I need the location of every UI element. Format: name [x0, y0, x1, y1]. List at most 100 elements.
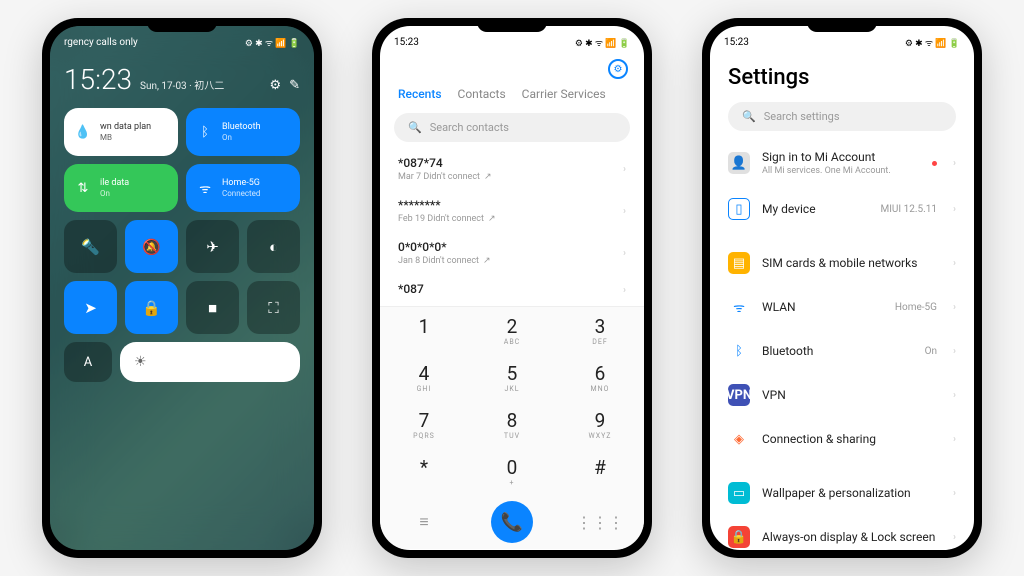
sim-icon: ▤: [728, 252, 750, 274]
phone-control-center: rgency calls only ⚙ ✱ ᯤ 📶 🔋 15:23 Sun, 1…: [42, 18, 322, 558]
chevron-right-icon: ›: [953, 532, 956, 543]
connection-row[interactable]: ◈ Connection & sharing ›: [728, 417, 956, 461]
key-4[interactable]: 4GHI: [380, 354, 468, 401]
keypad: 1 2ABC 3DEF 4GHI 5JKL 6MNO 7PQRS 8TUV 9W…: [380, 306, 644, 549]
lock-icon: 🔒: [728, 526, 750, 548]
call-row[interactable]: *087 ›: [398, 274, 626, 306]
torch-tile[interactable]: 🔦: [64, 220, 117, 273]
chevron-right-icon: ›: [953, 346, 956, 357]
notch: [147, 18, 217, 32]
status-icons: ⚙ ✱ ᯤ 📶 🔋: [905, 36, 960, 49]
chevron-right-icon: ›: [953, 488, 956, 499]
tab-recents[interactable]: Recents: [398, 87, 442, 101]
brightness-slider[interactable]: ☀: [120, 342, 300, 382]
wifi-icon: ᯤ: [196, 179, 214, 197]
outgoing-icon: ↗: [488, 214, 496, 224]
bluetooth-tile[interactable]: ᛒ BluetoothOn: [186, 108, 300, 156]
key-3[interactable]: 3DEF: [556, 307, 644, 354]
cc-header: 15:23 Sun, 17-03 · 初八二 ⚙ ✎: [64, 63, 300, 96]
status-time: 15:23: [724, 37, 749, 48]
sim-row[interactable]: ▤ SIM cards & mobile networks ›: [728, 241, 956, 285]
chevron-right-icon: ›: [953, 258, 956, 269]
outgoing-icon: ↗: [483, 256, 491, 266]
outgoing-icon: ↗: [484, 172, 492, 182]
wifi-icon: ᯤ: [728, 296, 750, 318]
key-8[interactable]: 8TUV: [468, 401, 556, 448]
call-button[interactable]: 📞: [491, 501, 533, 543]
status-time: 15:23: [394, 37, 419, 48]
chevron-right-icon: ›: [953, 158, 956, 169]
status-icons: ⚙ ✱ ᯤ 📶 🔋: [245, 36, 300, 49]
lockscreen-row[interactable]: 🔒 Always-on display & Lock screen ›: [728, 515, 956, 550]
key-1[interactable]: 1: [380, 307, 468, 354]
screenshot-tile[interactable]: ⛶: [247, 281, 300, 334]
search-icon: 🔍: [408, 121, 422, 134]
chevron-right-icon: ›: [953, 434, 956, 445]
key-0[interactable]: 0+: [468, 448, 556, 495]
vpn-icon: VPN: [728, 384, 750, 406]
notch: [807, 18, 877, 32]
wallpaper-row[interactable]: ▭ Wallpaper & personalization ›: [728, 471, 956, 515]
drop-icon: 💧: [74, 123, 92, 141]
record-tile[interactable]: ■: [186, 281, 239, 334]
cc-date: Sun, 17-03 · 初八二: [140, 77, 224, 92]
key-2[interactable]: 2ABC: [468, 307, 556, 354]
dialpad-icon[interactable]: ⋮⋮⋮: [556, 513, 644, 532]
settings-icon[interactable]: ⚙: [269, 78, 281, 93]
bluetooth-icon: ᛒ: [196, 123, 214, 141]
chevron-right-icon: ›: [953, 390, 956, 401]
bluetooth-row[interactable]: ᛒ Bluetooth On ›: [728, 329, 956, 373]
chevron-right-icon: ›: [623, 206, 626, 217]
share-icon: ◈: [728, 428, 750, 450]
location-tile[interactable]: ➤: [64, 281, 117, 334]
wifi-tile[interactable]: ᯤ Home-5GConnected: [186, 164, 300, 212]
my-device-row[interactable]: ▯ My device MIUI 12.5.11 ›: [728, 187, 956, 231]
call-row[interactable]: *087*74Mar 7 Didn't connect ↗ ›: [398, 148, 626, 190]
data-plan-tile[interactable]: 💧 wn data planMB: [64, 108, 178, 156]
settings-title: Settings: [728, 65, 956, 90]
carrier-text: rgency calls only: [64, 37, 138, 48]
status-icons: ⚙ ✱ ᯤ 📶 🔋: [575, 36, 630, 49]
wallpaper-icon: ▭: [728, 482, 750, 504]
call-row[interactable]: ********Feb 19 Didn't connect ↗ ›: [398, 190, 626, 232]
notch: [477, 18, 547, 32]
mi-account-row[interactable]: 👤 Sign in to Mi AccountAll Mi services. …: [728, 139, 956, 187]
key-9[interactable]: 9WXYZ: [556, 401, 644, 448]
key-star[interactable]: *: [380, 448, 468, 495]
airplane-tile[interactable]: ✈: [186, 220, 239, 273]
search-icon: 🔍: [742, 110, 756, 123]
chevron-right-icon: ›: [623, 285, 626, 296]
phone-dialer: 15:23 ⚙ ✱ ᯤ 📶 🔋 ⚙ Recents Contacts Carri…: [372, 18, 652, 558]
chevron-right-icon: ›: [623, 164, 626, 175]
data-icon: ⇅: [74, 179, 92, 197]
key-5[interactable]: 5JKL: [468, 354, 556, 401]
settings-search[interactable]: 🔍 Search settings: [728, 102, 956, 131]
chevron-right-icon: ›: [953, 204, 956, 215]
key-7[interactable]: 7PQRS: [380, 401, 468, 448]
avatar-icon: 👤: [728, 152, 750, 174]
phone-settings: 15:23 ⚙ ✱ ᯤ 📶 🔋 Settings 🔍 Search settin…: [702, 18, 982, 558]
phone-icon: ▯: [728, 198, 750, 220]
dialer-settings-icon[interactable]: ⚙: [608, 59, 628, 79]
chevron-right-icon: ›: [953, 302, 956, 313]
key-hash[interactable]: #: [556, 448, 644, 495]
wlan-row[interactable]: ᯤ WLAN Home-5G ›: [728, 285, 956, 329]
vpn-row[interactable]: VPN VPN ›: [728, 373, 956, 417]
bluetooth-icon: ᛒ: [728, 340, 750, 362]
dnd-tile[interactable]: ◐: [247, 220, 300, 273]
dialer-tabs: Recents Contacts Carrier Services: [380, 81, 644, 107]
chevron-right-icon: ›: [623, 248, 626, 259]
call-row[interactable]: 0*0*0*0*Jan 8 Didn't connect ↗ ›: [398, 232, 626, 274]
key-6[interactable]: 6MNO: [556, 354, 644, 401]
rotation-tile[interactable]: 🔒: [125, 281, 178, 334]
tab-contacts[interactable]: Contacts: [458, 87, 506, 101]
tab-carrier[interactable]: Carrier Services: [522, 87, 606, 101]
mute-tile[interactable]: 🔕: [125, 220, 178, 273]
menu-icon[interactable]: ≡: [380, 512, 468, 532]
edit-icon[interactable]: ✎: [289, 78, 300, 93]
contacts-search[interactable]: 🔍 Search contacts: [394, 113, 630, 142]
alert-dot: [932, 161, 937, 166]
cc-time: 15:23: [64, 63, 132, 96]
auto-brightness-tile[interactable]: A: [64, 342, 112, 382]
mobile-data-tile[interactable]: ⇅ ile dataOn: [64, 164, 178, 212]
